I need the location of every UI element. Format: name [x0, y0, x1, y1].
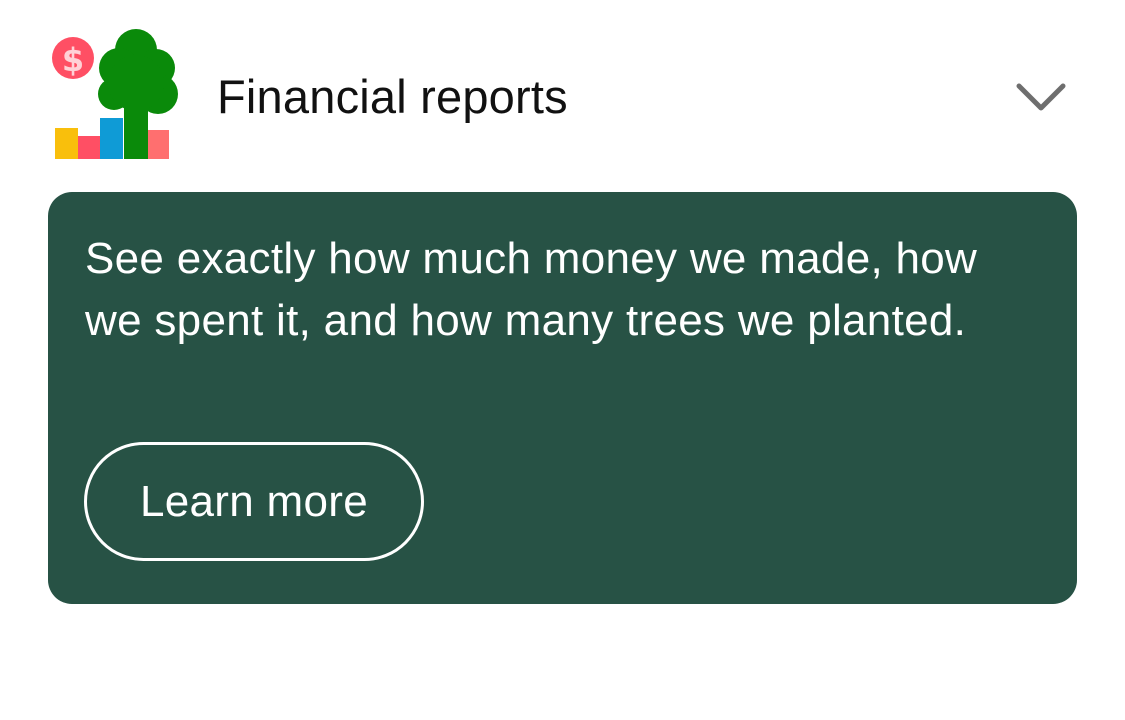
- chevron-down-icon[interactable]: [1014, 80, 1068, 114]
- page-title: Financial reports: [217, 70, 568, 123]
- learn-more-button[interactable]: Learn more: [84, 442, 424, 561]
- report-header[interactable]: $ Financial reports: [0, 0, 1125, 190]
- tree-money-chart-icon: $: [52, 29, 178, 159]
- card-description: See exactly how much money we made, how …: [85, 234, 978, 345]
- info-card: See exactly how much money we made, how …: [48, 192, 1077, 604]
- svg-text:$: $: [62, 41, 84, 79]
